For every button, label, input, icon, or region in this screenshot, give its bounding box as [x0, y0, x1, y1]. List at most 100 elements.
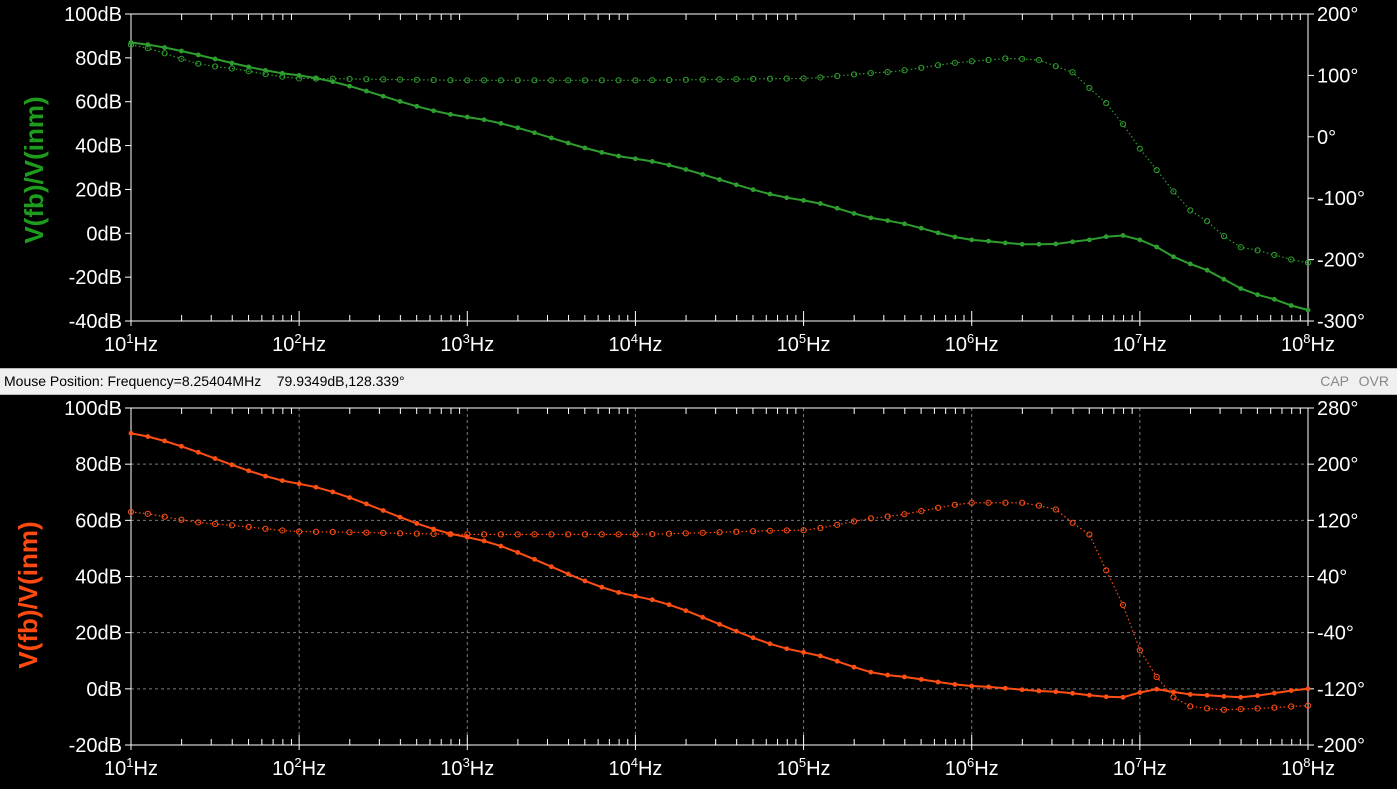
x-tick-label: 107Hz [1113, 331, 1167, 356]
magnitude-marker [1070, 690, 1075, 696]
magnitude-marker [1221, 694, 1227, 699]
magnitude-marker [935, 679, 941, 685]
x-tick-label: 101Hz [104, 331, 158, 356]
magnitude-trace [130, 41, 1309, 311]
right-tick-label: -120° [1317, 679, 1365, 701]
magnitude-marker [767, 191, 773, 197]
magnitude-marker [532, 130, 537, 136]
phase-marker [1103, 100, 1110, 107]
left-axis-ticks: 100dB 80dB 60dB 40dB 20dB 0dB -20dB -40dB [64, 4, 131, 333]
right-tick-label: -300° [1317, 311, 1365, 333]
magnitude-marker [1053, 241, 1059, 247]
magnitude-marker [431, 526, 437, 532]
magnitude-marker [801, 197, 806, 203]
phase-marker [413, 76, 420, 83]
left-tick-label: 40dB [75, 136, 122, 158]
magnitude-marker [1187, 261, 1193, 267]
magnitude-marker [179, 443, 184, 449]
magnitude-marker [817, 653, 823, 659]
magnitude-marker [1137, 237, 1143, 243]
magnitude-marker [868, 669, 874, 675]
magnitude-marker [1103, 694, 1109, 700]
magnitude-marker [548, 135, 554, 141]
x-tick-label: 102Hz [272, 331, 326, 356]
magnitude-marker [633, 593, 638, 599]
phase-marker [1086, 531, 1093, 538]
left-tick-label: 0dB [86, 223, 122, 245]
magnitude-marker [1171, 254, 1176, 260]
left-tick-label: 0dB [86, 679, 122, 701]
magnitude-marker [1120, 694, 1126, 700]
phase-marker [1271, 251, 1278, 259]
magnitude-marker [364, 501, 369, 507]
phase-marker [380, 529, 387, 537]
magnitude-marker [515, 549, 521, 555]
plot-pane-bottom[interactable]: 101Hz 102Hz 103Hz 104Hz 105Hz 106Hz 107Hz 108Hz… [0, 395, 1397, 789]
magnitude-marker [582, 145, 588, 151]
magnitude-marker [616, 153, 622, 159]
magnitude-marker [717, 621, 722, 627]
magnitude-marker [969, 683, 975, 689]
left-tick-label: 40dB [75, 567, 122, 589]
magnitude-marker [212, 56, 218, 62]
magnitude-marker [851, 210, 857, 216]
phase-marker [228, 65, 235, 72]
magnitude-marker [414, 103, 420, 109]
magnitude-marker [784, 646, 790, 652]
magnitude-marker [633, 156, 638, 162]
phase-marker [867, 69, 874, 77]
left-tick-label: 100dB [64, 4, 122, 26]
magnitude-marker [195, 52, 201, 58]
magnitude-marker [347, 495, 352, 500]
magnitude-marker [481, 538, 487, 544]
magnitude-marker [380, 93, 386, 99]
x-tick-label: 108Hz [1281, 755, 1335, 780]
magnitude-marker [212, 456, 218, 461]
magnitude-marker [733, 182, 739, 188]
magnitude-marker [397, 98, 403, 104]
magnitude-marker [145, 434, 151, 439]
magnitude-marker [1137, 690, 1143, 695]
magnitude-marker [179, 48, 184, 54]
x-tick-label: 106Hz [945, 331, 999, 356]
right-tick-label: 280° [1317, 398, 1358, 420]
right-tick-label: -200° [1317, 250, 1365, 272]
magnitude-marker [1238, 286, 1244, 291]
x-tick-label: 107Hz [1113, 755, 1167, 780]
phase-marker [1153, 166, 1160, 174]
magnitude-marker [649, 158, 655, 164]
magnitude-marker [952, 682, 958, 687]
magnitude-marker [885, 672, 891, 678]
magnitude-marker [1171, 689, 1176, 695]
magnitude-marker [851, 664, 857, 670]
magnitude-marker [700, 171, 706, 177]
x-tick-label: 104Hz [608, 331, 662, 356]
left-tick-label: 60dB [75, 92, 122, 114]
magnitude-marker [548, 564, 554, 570]
magnitude-marker [347, 83, 352, 89]
bode-plot-top[interactable]: 101Hz 102Hz 103Hz 104Hz 105Hz 106Hz 107Hz 108Hz… [0, 0, 1397, 365]
left-axis-ticks: 100dB 80dB 60dB 40dB 20dB 0dB -20dB [64, 398, 131, 757]
left-tick-label: -20dB [69, 735, 122, 757]
magnitude-marker [565, 571, 571, 577]
left-tick-label: 80dB [75, 454, 122, 476]
left-tick-label: -40dB [69, 311, 122, 333]
magnitude-marker [1238, 694, 1244, 700]
phase-marker [1035, 502, 1043, 509]
phase-marker [901, 67, 908, 74]
magnitude-marker [1187, 692, 1193, 697]
magnitude-marker [1255, 292, 1260, 298]
plot-pane-top[interactable]: 101Hz 102Hz 103Hz 104Hz 105Hz 106Hz 107Hz 108Hz… [0, 0, 1397, 365]
magnitude-marker [969, 237, 975, 243]
bode-plot-bottom[interactable]: 101Hz 102Hz 103Hz 104Hz 105Hz 106Hz 107Hz 108Hz… [0, 395, 1397, 789]
magnitude-marker [683, 167, 689, 172]
magnitude-marker [666, 602, 672, 608]
x-tick-label: 105Hz [777, 755, 831, 780]
magnitude-marker [784, 195, 790, 201]
magnitude-marker [380, 508, 386, 513]
magnitude-marker [1271, 296, 1277, 302]
magnitude-marker [1002, 240, 1008, 246]
mouse-position-readout: Mouse Position: Frequency=8.25404MHz 79.… [4, 373, 405, 389]
phase-marker [1103, 567, 1110, 574]
magnitude-marker [935, 230, 941, 236]
